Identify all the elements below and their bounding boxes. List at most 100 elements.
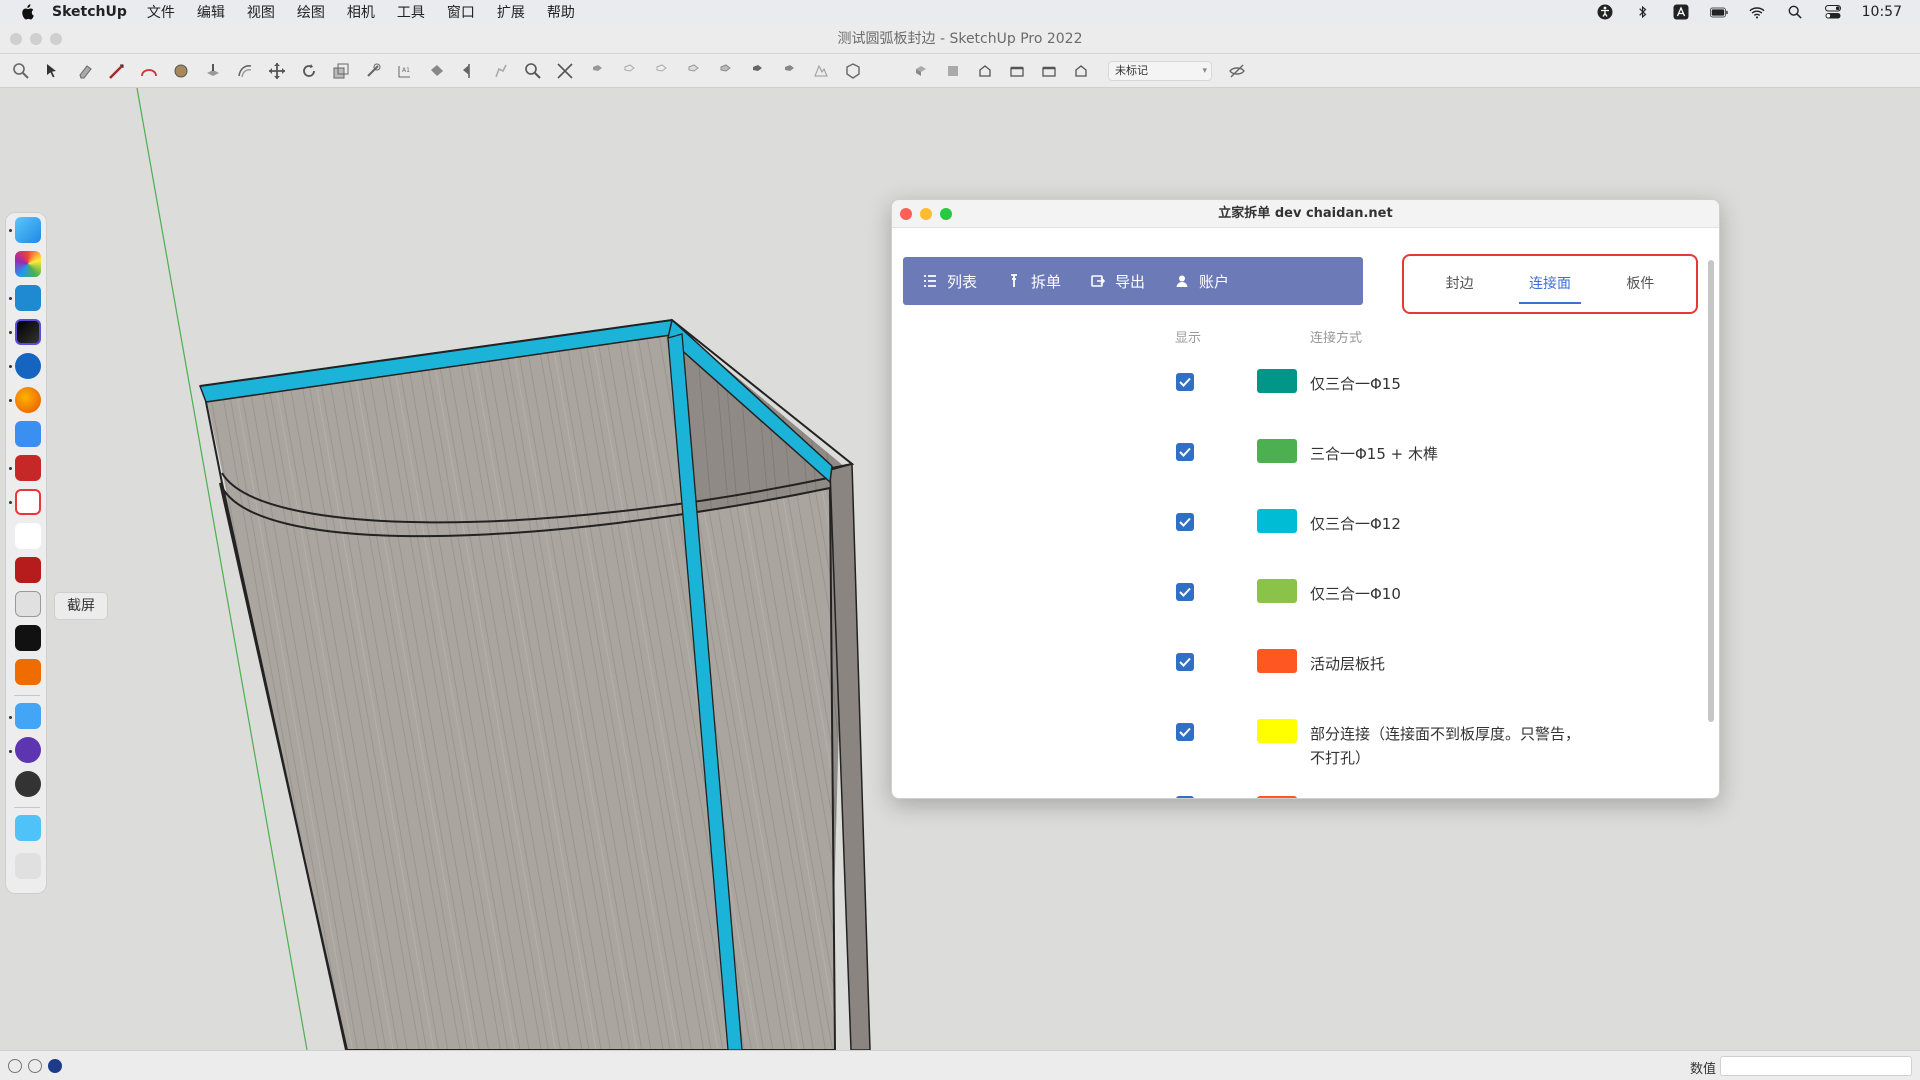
close-window-button[interactable] [10,33,22,45]
qq-icon[interactable] [15,523,41,549]
paint-bucket-tool-icon[interactable] [424,58,450,84]
bluetooth-icon[interactable] [1634,4,1652,20]
trash-icon[interactable] [15,853,41,879]
plugin-minimize-button[interactable] [920,208,932,220]
sketchup-icon[interactable] [15,353,41,379]
push-pull-tool-icon[interactable] [200,58,226,84]
shape-tool-icon[interactable] [168,58,194,84]
nav-export-button[interactable]: 导出 [1091,271,1145,292]
menu-help[interactable]: 帮助 [547,2,575,22]
accessibility-icon[interactable] [1596,4,1614,20]
rotate-tool-icon[interactable] [296,58,322,84]
view-top-icon[interactable] [940,58,966,84]
wps-office-icon[interactable] [15,489,41,515]
menu-camera[interactable]: 相机 [347,2,375,22]
battery-icon[interactable] [1709,4,1728,20]
line-tool-icon[interactable] [104,58,130,84]
minimize-window-button[interactable] [30,33,42,45]
input-method-icon[interactable] [1672,4,1690,20]
view-iso-icon[interactable] [908,58,934,84]
database-icon[interactable] [15,455,41,481]
connection-label: 仅三合一Φ15 [1310,375,1401,393]
style-wireframe-icon[interactable] [616,58,642,84]
credits-info-icon[interactable] [28,1059,42,1073]
tab-connection-face[interactable]: 连接面 [1518,264,1581,304]
nav-split-button[interactable]: 拆单 [1007,271,1061,292]
select-tool-icon[interactable] [40,58,66,84]
walk-tool-icon[interactable] [488,58,514,84]
search-tool-icon[interactable] [8,58,34,84]
finder-icon[interactable] [15,217,41,243]
wifi-icon[interactable] [1748,4,1766,20]
offset-tool-icon[interactable] [232,58,258,84]
nav-account-button[interactable]: 账户 [1175,271,1229,292]
menu-window[interactable]: 窗口 [447,2,475,22]
view-front-icon[interactable] [972,58,998,84]
arc-tool-icon[interactable] [136,58,162,84]
solid-tools-icon[interactable] [840,58,866,84]
menu-draw[interactable]: 绘图 [297,2,325,22]
imovie-star-icon[interactable] [15,737,41,763]
plugin-close-button[interactable] [900,208,912,220]
eraser-tool-icon[interactable] [72,58,98,84]
measurements-input[interactable] [1720,1056,1912,1076]
sublime-text-icon[interactable] [15,659,41,685]
dock [5,212,47,894]
vscode-icon[interactable] [15,285,41,311]
sandbox-tool-icon[interactable] [808,58,834,84]
style-shaded-icon[interactable] [680,58,706,84]
move-tool-icon[interactable] [264,58,290,84]
menu-view[interactable]: 视图 [247,2,275,22]
view-right-icon[interactable] [1004,58,1030,84]
tag-select[interactable]: 未标记 ▾ [1108,60,1212,81]
style-monochrome-icon[interactable] [744,58,770,84]
style-hidden-line-icon[interactable] [648,58,674,84]
firefox-icon[interactable] [15,387,41,413]
mail-icon[interactable] [15,703,41,729]
geolocation-icon[interactable] [8,1059,22,1073]
filezilla-icon[interactable] [15,557,41,583]
show-checkbox[interactable] [1176,723,1194,741]
view-left-icon[interactable] [1068,58,1094,84]
menu-tools[interactable]: 工具 [397,2,425,22]
menu-file[interactable]: 文件 [147,2,175,22]
show-checkbox[interactable] [1176,796,1194,798]
show-checkbox[interactable] [1176,583,1194,601]
plugin-zoom-button[interactable] [940,208,952,220]
zoom-tool-icon[interactable] [520,58,546,84]
section-plane-tool-icon[interactable] [456,58,482,84]
plugin-scrollbar[interactable] [1708,260,1714,722]
zoom-extents-icon[interactable] [552,58,578,84]
style-solid-icon[interactable] [776,58,802,84]
view-back-icon[interactable] [1036,58,1062,84]
tab-panels[interactable]: 板件 [1616,264,1664,304]
tab-edge-banding[interactable]: 封边 [1436,264,1484,304]
style-xray-icon[interactable] [584,58,610,84]
control-center-icon[interactable] [1824,4,1842,20]
nav-list-button[interactable]: 列表 [923,271,977,292]
screenshot-icon[interactable] [15,591,41,617]
notes-pen-icon[interactable] [15,421,41,447]
scale-tool-icon[interactable] [328,58,354,84]
show-checkbox[interactable] [1176,373,1194,391]
dimension-tool-icon[interactable]: A1 [392,58,418,84]
launchpad-icon[interactable] [15,251,41,277]
help-icon[interactable] [48,1059,62,1073]
tape-measure-tool-icon[interactable] [360,58,386,84]
app-menu[interactable]: SketchUp [52,4,127,20]
show-checkbox[interactable] [1176,443,1194,461]
terminal-icon[interactable] [15,625,41,651]
menu-extensions[interactable]: 扩展 [497,2,525,22]
zoom-window-button[interactable] [50,33,62,45]
intellij-icon[interactable] [15,319,41,345]
show-checkbox[interactable] [1176,653,1194,671]
show-checkbox[interactable] [1176,513,1194,531]
menubar-clock[interactable]: 10:57 [1862,4,1902,20]
downloads-folder-icon[interactable] [15,815,41,841]
disk-utility-icon[interactable] [15,771,41,797]
tag-visibility-icon[interactable] [1224,58,1250,84]
apple-icon[interactable] [20,4,38,20]
style-shaded-texture-icon[interactable] [712,58,738,84]
spotlight-search-icon[interactable] [1786,4,1804,20]
menu-edit[interactable]: 编辑 [197,2,225,22]
